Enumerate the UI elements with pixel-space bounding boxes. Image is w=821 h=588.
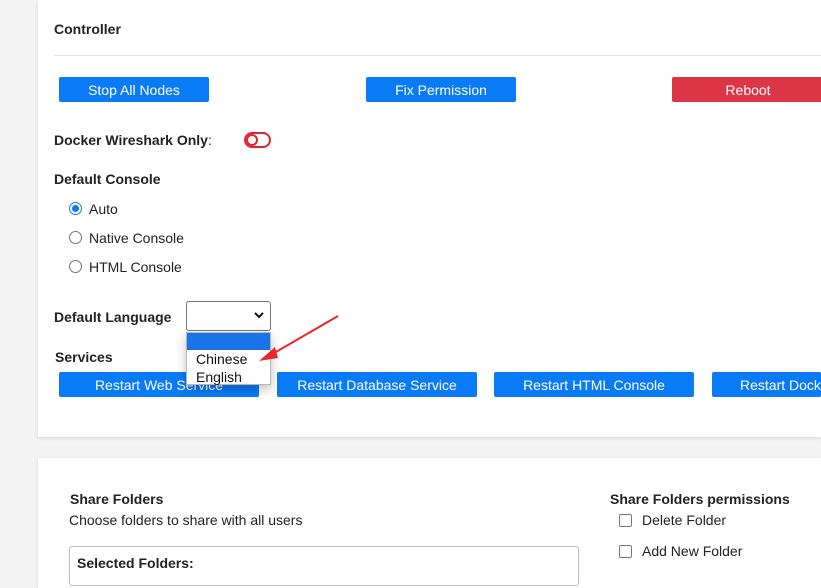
radio-native-console[interactable] xyxy=(69,231,82,244)
wireshark-row: Docker Wireshark Only: xyxy=(54,132,212,150)
wireshark-label: Docker Wireshark Only xyxy=(54,132,208,148)
annotation-arrow-icon xyxy=(259,315,339,361)
radio-native-console-label: Native Console xyxy=(89,230,184,246)
controller-divider xyxy=(54,55,821,56)
reboot-button[interactable]: Reboot xyxy=(672,77,821,102)
radio-auto[interactable] xyxy=(69,202,82,215)
checkbox-delete-folder-label: Delete Folder xyxy=(642,512,727,528)
restart-database-service-button[interactable]: Restart Database Service xyxy=(277,372,477,397)
share-folders-title: Share Folders xyxy=(70,491,164,507)
dropdown-option-chinese[interactable]: Chinese xyxy=(196,351,247,367)
radio-html-console-label: HTML Console xyxy=(89,259,182,275)
stop-all-nodes-button[interactable]: Stop All Nodes xyxy=(59,77,209,102)
dropdown-option-english[interactable]: English xyxy=(196,369,242,385)
checkbox-add-new-folder-label: Add New Folder xyxy=(642,543,743,559)
selected-folders-label: Selected Folders: xyxy=(77,555,194,571)
wireshark-colon: : xyxy=(207,132,212,148)
services-title: Services xyxy=(55,349,113,365)
default-console-title: Default Console xyxy=(54,171,161,187)
checkbox-delete-folder[interactable] xyxy=(619,514,632,527)
share-folders-subtitle: Choose folders to share with all users xyxy=(69,512,303,528)
restart-docker-button[interactable]: Restart Docker xyxy=(712,372,821,397)
radio-html-console[interactable] xyxy=(69,260,82,273)
controller-title: Controller xyxy=(54,21,121,37)
wireshark-toggle[interactable] xyxy=(244,132,271,148)
checkbox-add-new-folder[interactable] xyxy=(619,545,632,558)
fix-permission-button[interactable]: Fix Permission xyxy=(366,77,516,102)
selected-folders-box[interactable]: Selected Folders: xyxy=(69,546,579,586)
restart-html-console-button[interactable]: Restart HTML Console xyxy=(494,372,694,397)
radio-auto-label: Auto xyxy=(89,201,118,217)
toggle-knob xyxy=(246,134,258,146)
default-language-label: Default Language xyxy=(54,309,172,325)
share-permissions-title: Share Folders permissions xyxy=(610,491,790,507)
